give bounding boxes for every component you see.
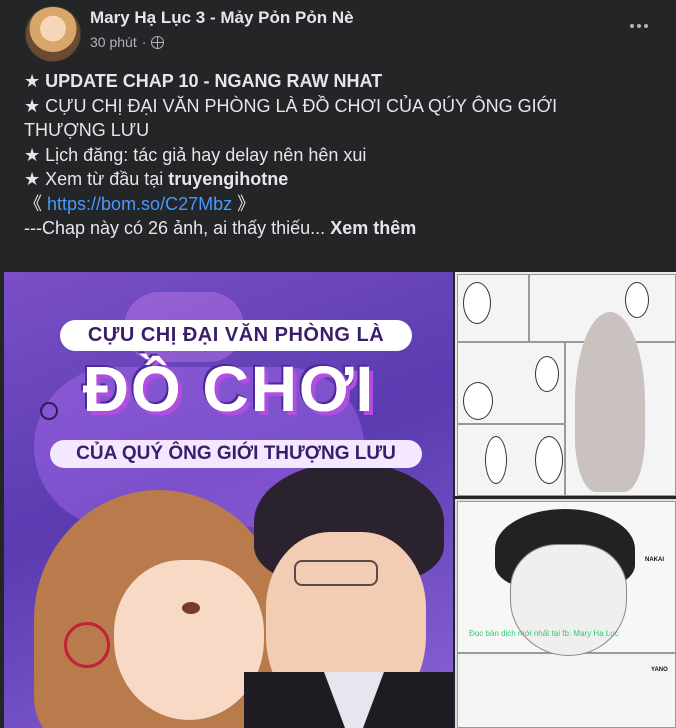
manga-page-2[interactable]: NAKAI Đọc bản dịch mới nhất tại fb: Mary… bbox=[455, 499, 676, 728]
author-avatar[interactable] bbox=[25, 6, 81, 62]
post-media: CỰU CHỊ ĐẠI VĂN PHÒNG LÀ ĐỒ CHƠI CỦA QUÝ… bbox=[0, 272, 676, 728]
cover-title-main: ĐỒ CHƠI bbox=[82, 353, 376, 425]
manga-woman bbox=[575, 312, 645, 492]
post-timestamp[interactable]: 30 phút bbox=[90, 34, 137, 50]
post-header: Mary Hạ Lục 3 - Mảy Pỏn Pỏn Nè 30 phút · bbox=[0, 0, 676, 70]
post-line-schedule: ★ Lịch đăng: tác giả hay delay nên hên x… bbox=[24, 144, 367, 165]
link-open-bracket: 《 bbox=[24, 193, 48, 214]
manga-panel bbox=[457, 653, 676, 728]
source-prefix: ★ Xem từ đầu tại bbox=[24, 169, 169, 189]
post-body: ★ UPDATE CHAP 10 - NGANG RAW NHAT ★ CỰU … bbox=[24, 69, 654, 241]
images-note: ---Chap này có 26 ảnh, ai thấy thiếu... bbox=[24, 218, 326, 238]
dot bbox=[644, 24, 648, 28]
ribbon bbox=[64, 622, 110, 668]
manga-man-face bbox=[510, 544, 627, 656]
cover-title-top: CỰU CHỊ ĐẠI VĂN PHÒNG LÀ bbox=[60, 320, 412, 351]
manga-name-label: YANO bbox=[651, 667, 668, 673]
post-link[interactable]: https://bom.so/C27Mbz bbox=[47, 194, 232, 214]
post-line-title: ★ CỰU CHỊ ĐẠI VĂN PHÒNG LÀ ĐỒ CHƠI CỦA Q… bbox=[24, 95, 558, 116]
speech-bubble bbox=[463, 382, 493, 420]
author-name[interactable]: Mary Hạ Lục 3 - Mảy Pỏn Pỏn Nè bbox=[90, 8, 354, 28]
manga-page-1[interactable] bbox=[455, 272, 676, 496]
link-close-bracket: 》 bbox=[232, 193, 256, 214]
dot bbox=[637, 24, 641, 28]
speech-bubble bbox=[535, 436, 563, 484]
meta-separator: · bbox=[141, 34, 147, 50]
post-line-title-cont: THƯỢNG LƯU bbox=[24, 120, 150, 140]
speech-bubble bbox=[535, 356, 559, 392]
dot bbox=[630, 24, 634, 28]
manga-name-label: NAKAI bbox=[645, 557, 664, 563]
post-line-images: ---Chap này có 26 ảnh, ai thấy thiếu... … bbox=[24, 216, 654, 241]
speech-bubble bbox=[625, 282, 649, 318]
post-line-source: ★ Xem từ đầu tại truyengihotne bbox=[24, 167, 654, 192]
cover-title-bottom: CỦA QUÝ ÔNG GIỚI THƯỢNG LƯU bbox=[50, 440, 422, 468]
cover-image[interactable]: CỰU CHỊ ĐẠI VĂN PHÒNG LÀ ĐỒ CHƠI CỦA QUÝ… bbox=[4, 272, 453, 728]
post-line-update: ★ UPDATE CHAP 10 - NGANG RAW NHAT bbox=[24, 71, 383, 91]
see-more-button[interactable]: Xem thêm bbox=[330, 218, 416, 238]
more-dots-icon[interactable] bbox=[630, 24, 648, 28]
manga-caption: Đọc bản dịch mới nhất tại fb: Mary Hạ Lụ… bbox=[469, 629, 619, 638]
post-meta: 30 phút · bbox=[90, 34, 165, 50]
speech-bubble bbox=[463, 282, 491, 324]
girl-face bbox=[114, 560, 264, 720]
post-line-link: 《 https://bom.so/C27Mbz 》 bbox=[24, 192, 654, 217]
source-site: truyengihotne bbox=[168, 169, 289, 189]
globe-icon[interactable] bbox=[151, 35, 165, 49]
guy-glasses bbox=[294, 560, 378, 586]
girl-eye bbox=[182, 602, 200, 614]
speech-bubble bbox=[485, 436, 507, 484]
